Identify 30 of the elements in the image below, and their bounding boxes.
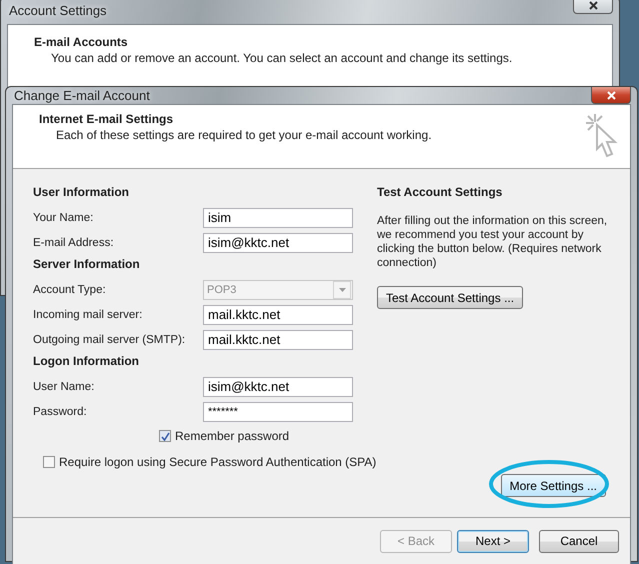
section-description: You can add or remove an account. You can select an account and change its settings. xyxy=(50,51,514,65)
section-heading: User Information xyxy=(33,184,130,201)
test-description: After filling out the information on this screen, we recommend you test your account by clicking the button below. (Requires network connection) xyxy=(377,214,608,270)
field-label: Password: xyxy=(33,406,87,418)
more-settings-button[interactable]: More Settings ... xyxy=(500,474,606,497)
field-label: Outgoing mail server (SMTP): xyxy=(33,334,186,346)
section-heading: Logon Information xyxy=(33,353,140,370)
section-title: E-mail Accounts xyxy=(34,35,129,49)
field-label: Incoming mail server: xyxy=(33,308,142,320)
dialog-title: Change E-mail Account xyxy=(13,88,150,103)
input-field[interactable]: isim@kktc.net xyxy=(203,232,353,252)
input-field[interactable]: isim xyxy=(203,208,353,228)
section-heading: Test Account Settings xyxy=(377,184,504,201)
field-label: Your Name: xyxy=(33,212,94,224)
header-description: Each of these settings are required to get your e-mail account working. xyxy=(55,128,432,142)
window-title: Account Settings xyxy=(8,3,107,18)
password-field[interactable]: ******* xyxy=(203,402,353,422)
field-label: E-mail Address: xyxy=(33,236,114,248)
header-title: Internet E-mail Settings xyxy=(39,112,174,126)
input-field[interactable]: mail.kktc.net xyxy=(203,304,353,324)
dialog-button[interactable]: Cancel xyxy=(539,530,619,552)
checkbox-label: Remember password xyxy=(175,429,290,443)
input-field[interactable]: isim@kktc.net xyxy=(203,376,353,396)
checkbox-label: Require logon using Secure Password Authentication (SPA) xyxy=(59,455,376,469)
section-heading: Server Information xyxy=(33,256,141,273)
field-label: User Name: xyxy=(33,380,94,392)
test-account-settings-button[interactable]: Test Account Settings ... xyxy=(377,286,524,309)
dialog-button[interactable]: Next > xyxy=(457,530,529,552)
field-label: Account Type: xyxy=(33,284,106,296)
input-field[interactable]: mail.kktc.net xyxy=(203,330,353,350)
